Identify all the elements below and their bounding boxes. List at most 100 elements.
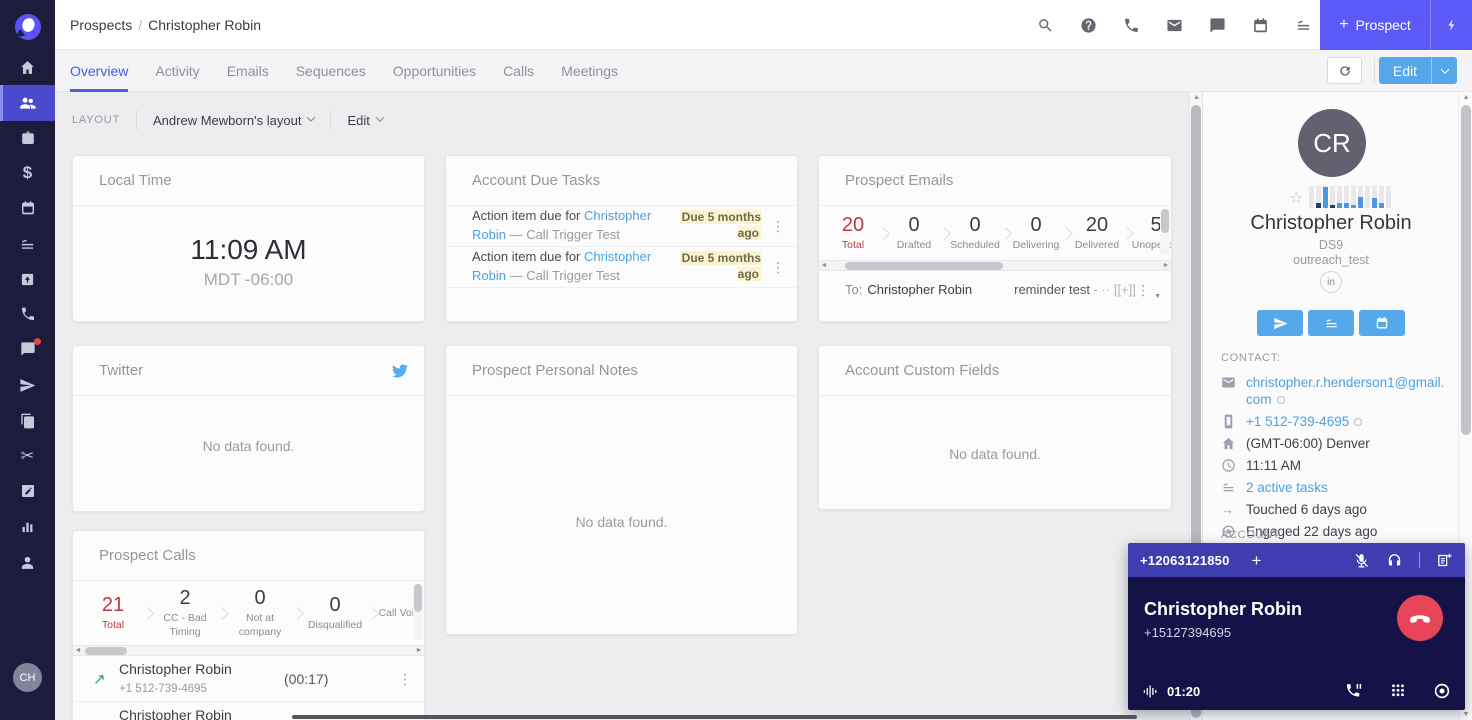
sidebar-item-calls[interactable] — [0, 297, 55, 331]
sidebar-item-opportunities[interactable]: $ — [0, 156, 55, 190]
call-prospect-number: +15127394695 — [1144, 625, 1232, 640]
search-icon[interactable] — [1037, 17, 1054, 34]
sidebar-item-notes[interactable] — [0, 474, 55, 508]
home-icon — [1221, 436, 1236, 451]
task-menu-kebab[interactable]: ⋮ — [771, 219, 785, 233]
contact-email-row: christopher.r.henderson1@gmail.com — [1221, 374, 1449, 408]
mute-mic-icon[interactable] — [1353, 552, 1370, 569]
emails-vertical-scrollbar[interactable] — [1160, 209, 1170, 255]
email-icon[interactable] — [1166, 17, 1183, 34]
tab-activity[interactable]: Activity — [155, 50, 199, 92]
local-timezone: MDT -06:00 — [203, 270, 294, 289]
sidebar-item-calendar[interactable] — [0, 191, 55, 225]
prospect-email[interactable]: christopher.r.henderson1@gmail.com — [1246, 375, 1444, 407]
sidebar-item-sequences[interactable] — [0, 368, 55, 402]
prospect-phone[interactable]: +1 512-739-4695 — [1246, 414, 1349, 429]
task-row[interactable]: Action item due for Christopher Robin — … — [446, 206, 797, 247]
sidebar-item-tasks[interactable] — [0, 227, 55, 261]
sidebar-item-users-admin[interactable] — [0, 545, 55, 579]
add-task-button[interactable] — [1308, 310, 1354, 336]
tab-overview[interactable]: Overview — [70, 50, 129, 92]
tab-sequences[interactable]: Sequences — [296, 50, 366, 92]
sidebar-item-templates[interactable] — [0, 404, 55, 438]
outbound-call-icon: ↗ — [93, 716, 119, 720]
hold-call-icon[interactable] — [1345, 682, 1363, 700]
add-note-icon[interactable] — [1436, 552, 1453, 569]
call-row[interactable]: ↗ Christopher Robin +1 512-739-4695 (00:1… — [73, 656, 424, 702]
task-row[interactable]: Action item due for Christopher Robin — … — [446, 247, 797, 288]
email-row[interactable]: To: Christopher Robin reminder test - ··… — [819, 271, 1171, 308]
dialer-icon[interactable] — [1123, 17, 1140, 34]
clock-icon — [1221, 458, 1236, 473]
edit-dropdown-caret[interactable] — [1431, 57, 1457, 84]
sidebar-item-chat[interactable] — [0, 332, 55, 366]
tab-calls[interactable]: Calls — [503, 50, 534, 92]
right-scrollbar-thumb[interactable] — [1461, 105, 1471, 435]
widget-personal-notes: Prospect Personal Notes No data found. — [445, 345, 798, 635]
chat-icon[interactable] — [1209, 17, 1226, 34]
tab-emails[interactable]: Emails — [227, 50, 269, 92]
sidebar-item-prospects[interactable] — [0, 85, 55, 121]
star-icon[interactable]: ☆ — [1289, 188, 1303, 208]
sidebar-item-outbox[interactable] — [0, 262, 55, 296]
task-list-icon[interactable] — [1295, 17, 1312, 34]
stat-cc-bad-timing: 2 CC - Bad Timing — [163, 587, 207, 638]
caller-number: +12063121850 — [1140, 552, 1230, 568]
add-prospect-button[interactable]: + Prospect — [1320, 0, 1472, 50]
headphones-icon[interactable] — [1386, 552, 1403, 569]
layout-edit-button[interactable]: Edit — [347, 113, 385, 128]
user-avatar[interactable]: CH — [13, 663, 42, 692]
audio-waveform-icon — [1142, 683, 1159, 700]
schedule-meeting-button[interactable] — [1359, 310, 1405, 336]
edit-button[interactable]: Edit — [1378, 57, 1457, 84]
active-tasks-link[interactable]: 2 active tasks — [1246, 479, 1328, 496]
stat-total: 20 Total — [841, 213, 865, 251]
task-menu-kebab[interactable]: ⋮ — [771, 260, 785, 274]
tab-meetings[interactable]: Meetings — [561, 50, 618, 92]
call-menu-kebab[interactable]: ⋮ — [398, 672, 412, 686]
outreach-logo-icon[interactable] — [0, 8, 55, 46]
record-call-icon[interactable] — [1433, 682, 1451, 700]
sidebar-item-reports[interactable] — [0, 509, 55, 543]
scissors-icon: ✂ — [20, 448, 35, 465]
call-widget-header: +12063121850 + — [1128, 543, 1465, 577]
breadcrumb-prospects[interactable]: Prospects — [70, 17, 132, 33]
window-bottom-scrollbar[interactable] — [292, 715, 1137, 719]
dashboard-main: LAYOUT Andrew Mewborn's layout Edit Loca… — [55, 92, 1202, 720]
help-icon[interactable] — [1080, 17, 1097, 34]
quick-actions-button[interactable] — [1430, 0, 1472, 50]
topbar-actions — [1037, 0, 1312, 50]
send-email-button[interactable] — [1257, 310, 1303, 336]
tab-opportunities[interactable]: Opportunities — [393, 50, 476, 92]
stat-delivered: 20 Delivered — [1074, 213, 1120, 251]
dialpad-icon[interactable] — [1389, 682, 1407, 700]
calls-horizontal-scrollbar[interactable]: ◄ ► — [73, 645, 424, 656]
call-stats: 21 Total 2 CC - Bad Timing 0 Not at company… — [73, 581, 424, 645]
add-caller-button[interactable]: + — [1252, 552, 1262, 569]
widget-local-time: Local Time 11:09 AM MDT -06:00 — [72, 155, 425, 322]
calls-vertical-scrollbar[interactable] — [413, 584, 423, 640]
hangup-button[interactable] — [1397, 595, 1443, 641]
sidebar-item-snippets[interactable]: ✂ — [0, 439, 55, 473]
sidebar-item-home[interactable] — [0, 50, 55, 84]
phone-status-icon[interactable] — [1354, 418, 1363, 426]
emails-horizontal-scrollbar[interactable]: ◄ ► — [819, 260, 1171, 271]
contact-touched-row: → Touched 6 days ago — [1221, 502, 1367, 517]
toolbar-divider — [1374, 57, 1375, 84]
contact-localtime-row: 11:11 AM — [1221, 457, 1449, 474]
breadcrumb-current: Christopher Robin — [148, 17, 261, 33]
prospect-name: Christopher Robin — [1250, 212, 1412, 234]
refresh-button[interactable] — [1327, 57, 1362, 84]
calendar-icon[interactable] — [1252, 17, 1269, 34]
widget-account-custom-fields: Account Custom Fields No data found. — [818, 345, 1172, 510]
local-time-value: 11:09 AM — [190, 234, 307, 265]
email-menu-kebab[interactable]: ⋮ — [1136, 283, 1150, 297]
envelope-icon — [1221, 375, 1236, 390]
chat-notification-dot — [34, 338, 41, 345]
email-status-icon[interactable] — [1276, 396, 1285, 404]
layout-selector[interactable]: Andrew Mewborn's layout — [153, 113, 316, 128]
widget-account-due-tasks: Account Due Tasks Action item due for Ch… — [445, 155, 798, 322]
linkedin-icon[interactable]: in — [1320, 271, 1342, 293]
sidebar-item-accounts[interactable] — [0, 121, 55, 155]
widget-prospect-calls: Prospect Calls 21 Total 2 CC - Bad Timing … — [72, 530, 425, 720]
